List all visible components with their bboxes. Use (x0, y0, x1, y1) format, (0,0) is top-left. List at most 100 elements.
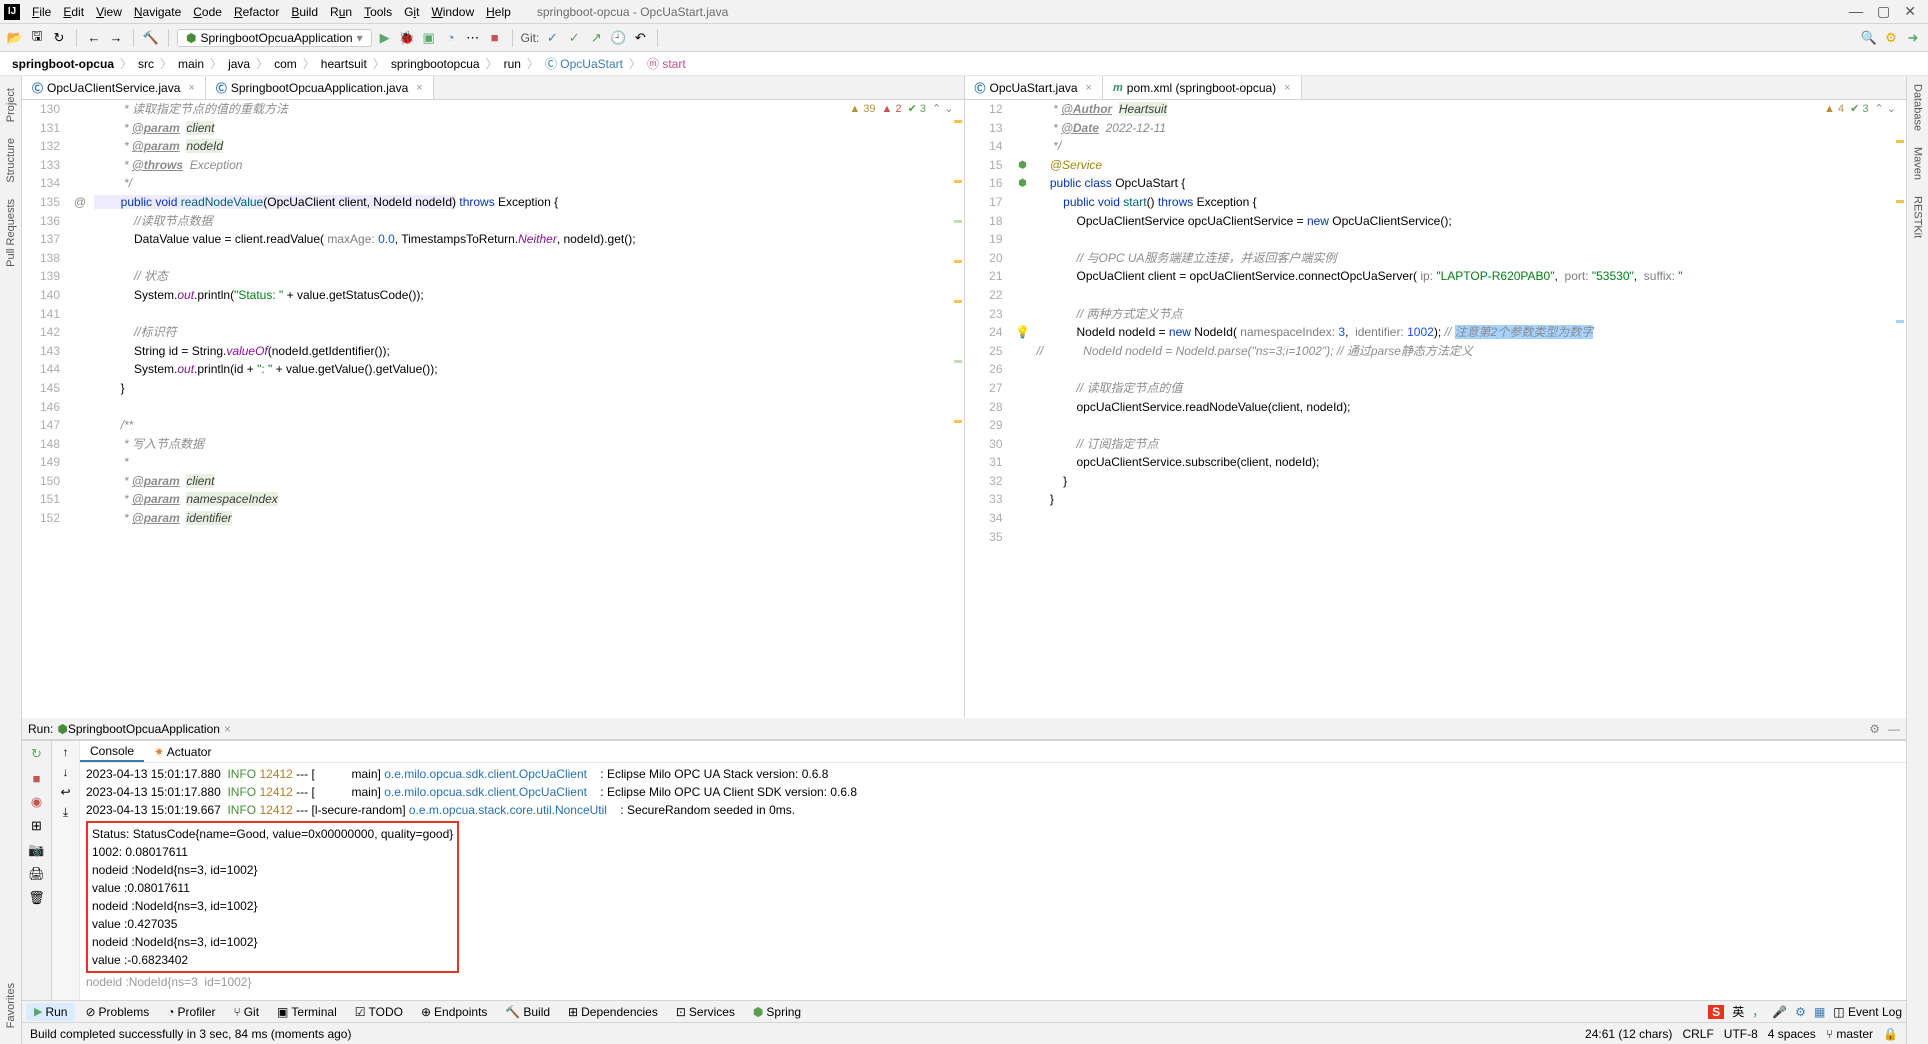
sogou-ime-icon[interactable]: S (1708, 1005, 1724, 1019)
open-icon[interactable]: 📂 (6, 29, 24, 47)
exit-icon[interactable]: ◉ (28, 793, 46, 811)
caret-position[interactable]: 24:61 (12 chars) (1585, 1027, 1672, 1041)
bottom-dependencies-tab[interactable]: ⊞ Dependencies (560, 1003, 666, 1021)
crumb-method[interactable]: ⓜ start (643, 54, 690, 73)
menu-help[interactable]: Help (480, 3, 517, 21)
forward-icon[interactable]: → (107, 29, 125, 47)
scroll-to-end-icon[interactable]: ⤓ (63, 805, 68, 820)
marker-strip-right[interactable] (1894, 100, 1906, 718)
git-push-icon[interactable]: ↗ (587, 29, 605, 47)
minimize-icon[interactable]: — (1849, 3, 1863, 20)
left-code-editor[interactable]: ▲ 39 ▲ 2 ✔ 3 ⌃ ⌄ 13013113213313413513613… (22, 100, 964, 718)
scroll-down-icon[interactable]: ↓ (63, 765, 69, 779)
close-tab-icon[interactable]: × (188, 82, 194, 94)
project-tab[interactable]: Project (3, 80, 19, 130)
git-update-icon[interactable]: ✓ (543, 29, 561, 47)
database-tab[interactable]: Database (1910, 76, 1926, 139)
minimize-panel-icon[interactable]: — (1888, 722, 1900, 736)
git-commit-icon[interactable]: ✓ (565, 29, 583, 47)
bottom-spring-tab[interactable]: ⬢ Spring (745, 1003, 809, 1021)
menu-edit[interactable]: Edit (57, 3, 90, 21)
save-all-icon[interactable]: 🖫 (28, 29, 46, 47)
menu-build[interactable]: Build (285, 3, 324, 21)
sync-icon[interactable]: ↻ (50, 29, 68, 47)
bottom-build-tab[interactable]: 🔨 Build (497, 1003, 558, 1021)
restkit-tab[interactable]: RESTKit (1910, 188, 1926, 246)
crumb-class[interactable]: Ⓒ OpcUaStart (541, 54, 627, 73)
menu-view[interactable]: View (90, 3, 128, 21)
bottom-endpoints-tab[interactable]: ⊕ Endpoints (413, 1003, 495, 1021)
close-tab-icon[interactable]: × (416, 82, 422, 94)
scroll-up-icon[interactable]: ↑ (63, 745, 69, 759)
menu-file[interactable]: File (26, 3, 57, 21)
structure-tab[interactable]: Structure (3, 130, 19, 191)
inspections-left[interactable]: ▲ 39 ▲ 2 ✔ 3 ⌃ ⌄ (849, 102, 953, 115)
trash-icon[interactable]: 🗑 (28, 889, 46, 907)
menu-refactor[interactable]: Refactor (228, 3, 285, 21)
close-icon[interactable]: ✕ (1904, 3, 1916, 20)
run-config-selector[interactable]: ⬢ SpringbootOpcuaApplication ▾ (177, 29, 372, 47)
tab-pomxml[interactable]: mpom.xml (springboot-opcua)× (1103, 76, 1302, 99)
coverage-icon[interactable]: ▣ (420, 29, 438, 47)
ime-lang[interactable]: 英 (1732, 1003, 1744, 1020)
crumb-project[interactable]: springboot-opcua (8, 56, 118, 72)
bottom-profiler-tab[interactable]: ◔ Profiler (159, 1003, 223, 1021)
menu-navigate[interactable]: Navigate (128, 3, 187, 21)
stop-icon[interactable]: ■ (28, 769, 46, 787)
debug-icon[interactable]: 🐞 (398, 29, 416, 47)
soft-wrap-icon[interactable]: ↩ (60, 785, 70, 799)
pull-requests-tab[interactable]: Pull Requests (3, 191, 19, 275)
bottom-terminal-tab[interactable]: ▣ Terminal (269, 1003, 345, 1021)
gear-icon[interactable]: ⚙ (1869, 722, 1880, 736)
menu-run[interactable]: Run (324, 3, 358, 21)
actuator-subtab[interactable]: ✷ Actuator (144, 743, 221, 761)
tab-opcuaclientservice[interactable]: ⒸOpcUaClientService.java× (22, 76, 206, 99)
attach-icon[interactable]: ⋯ (464, 29, 482, 47)
indent[interactable]: 4 spaces (1768, 1027, 1816, 1041)
camera-icon[interactable]: 📷 (28, 841, 46, 859)
event-log-button[interactable]: ◫ Event Log (1833, 1005, 1902, 1019)
menu-window[interactable]: Window (425, 3, 480, 21)
stop-icon[interactable]: ■ (486, 29, 504, 47)
run-icon[interactable]: ▶ (376, 29, 394, 47)
favorites-tab[interactable]: Favorites (3, 975, 19, 1036)
close-run-tab-icon[interactable]: × (224, 722, 231, 736)
print-icon[interactable]: 🖨 (28, 865, 46, 883)
git-branch[interactable]: ⑂ master (1826, 1027, 1873, 1041)
bottom-services-tab[interactable]: ⊡ Services (668, 1003, 743, 1021)
marker-strip-left[interactable] (952, 100, 964, 718)
close-tab-icon[interactable]: × (1284, 82, 1290, 94)
crumb-run[interactable]: run (500, 56, 525, 72)
menu-tools[interactable]: Tools (358, 3, 398, 21)
bottom-git-tab[interactable]: ⑂ Git (226, 1003, 268, 1021)
back-icon[interactable]: ← (85, 29, 103, 47)
search-icon[interactable]: 🔍 (1860, 29, 1878, 47)
right-code-editor[interactable]: ▲ 4 ✔ 3 ⌃ ⌄ 1213141516171819202122232425… (965, 100, 1907, 718)
tab-opcuastart[interactable]: ⒸOpcUaStart.java× (965, 76, 1103, 99)
crumb-main[interactable]: main (174, 56, 208, 72)
maven-tab[interactable]: Maven (1910, 139, 1926, 188)
crumb-pkg[interactable]: springbootopcua (387, 56, 484, 72)
line-separator[interactable]: CRLF (1682, 1027, 1713, 1041)
close-tab-icon[interactable]: × (1086, 82, 1092, 94)
learn-icon[interactable]: ➜ (1904, 29, 1922, 47)
menu-code[interactable]: Code (187, 3, 228, 21)
inspections-right[interactable]: ▲ 4 ✔ 3 ⌃ ⌄ (1824, 102, 1896, 115)
bottom-problems-tab[interactable]: ⊘ Problems (77, 1003, 157, 1021)
bottom-run-tab[interactable]: ▶Run (26, 1003, 75, 1021)
git-rollback-icon[interactable]: ↶ (631, 29, 649, 47)
lock-icon[interactable]: 🔒 (1883, 1027, 1898, 1041)
crumb-com[interactable]: com (270, 56, 301, 72)
menu-git[interactable]: Git (398, 3, 425, 21)
rerun-icon[interactable]: ↻ (28, 745, 46, 763)
settings-icon[interactable]: ⚙ (1882, 29, 1900, 47)
crumb-java[interactable]: java (224, 56, 254, 72)
crumb-heartsuit[interactable]: heartsuit (317, 56, 371, 72)
layout-icon[interactable]: ⊞ (28, 817, 46, 835)
encoding[interactable]: UTF-8 (1724, 1027, 1758, 1041)
build-icon[interactable]: 🔨 (142, 29, 160, 47)
console-subtab[interactable]: Console (80, 742, 144, 762)
bottom-todo-tab[interactable]: ☑ TODO (347, 1003, 411, 1021)
profile-icon[interactable]: ◔ (442, 29, 460, 47)
git-history-icon[interactable]: 🕘 (609, 29, 627, 47)
